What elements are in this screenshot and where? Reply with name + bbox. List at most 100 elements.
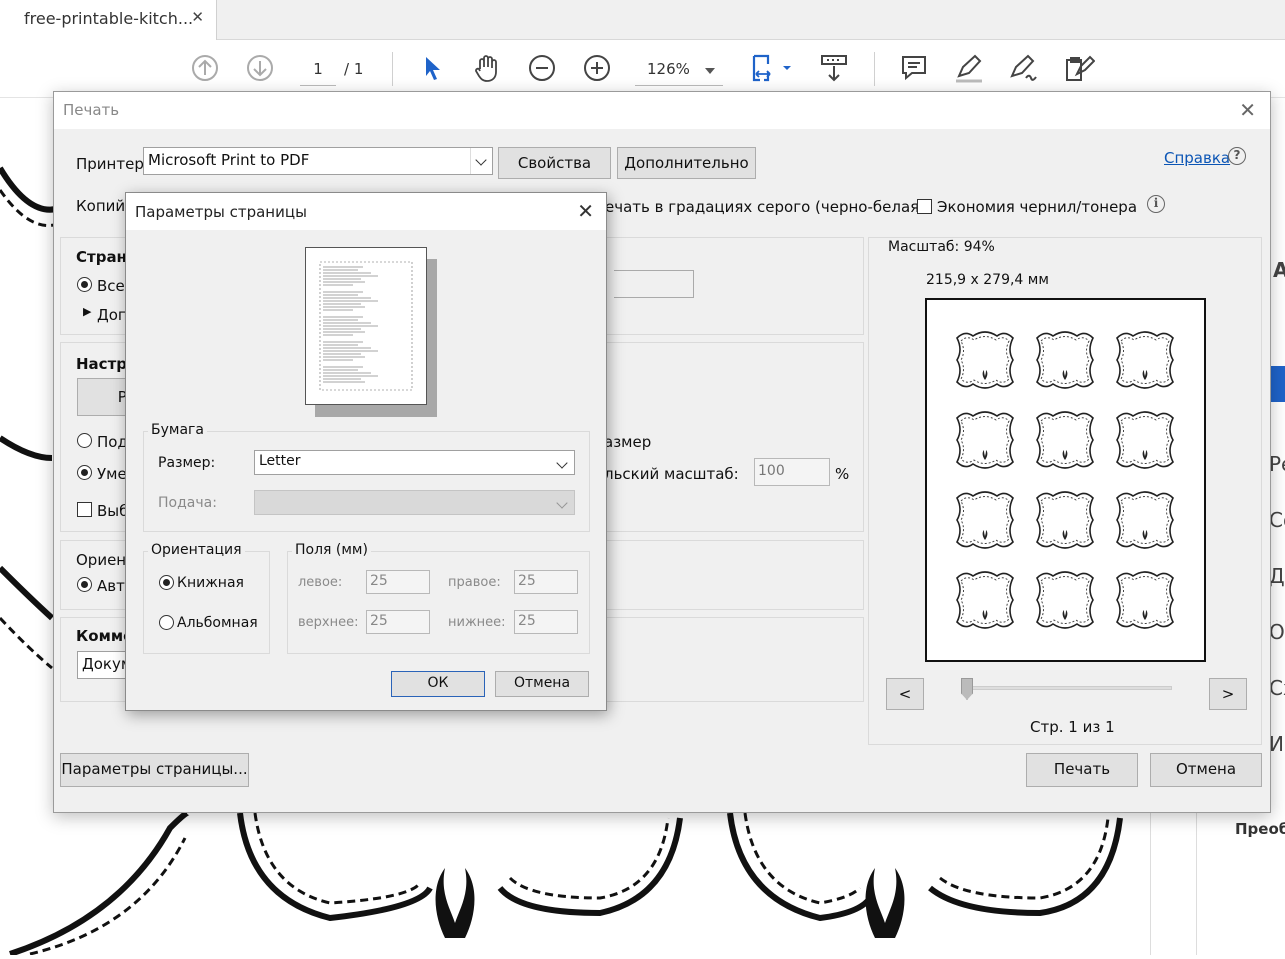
highlight-pen-icon[interactable] [953,52,985,84]
right-margin-input[interactable]: 25 [514,570,578,594]
print-dialog-titlebar: Печать ✕ [54,92,1270,129]
right-panel-item[interactable]: Ос [1269,620,1285,644]
pages-all-radio[interactable] [77,277,92,292]
printer-label: Принтер: [76,155,149,173]
next-page-icon[interactable] [244,52,276,84]
main-toolbar: 1 / 1 126% [0,40,1285,98]
right-panel-bottom-label: Преоб [1235,820,1285,838]
preview-labels [956,331,1174,629]
printer-value: Microsoft Print to PDF [148,151,310,169]
right-panel-blue-button[interactable] [1271,366,1285,402]
paper-group-label: Бумага [148,422,207,438]
hand-tool-icon[interactable] [471,52,503,84]
prev-page-button[interactable]: < [886,678,924,710]
comment-icon[interactable] [898,52,930,84]
tab-bar: free-printable-kitch... ✕ [0,0,1285,40]
shrink-radio[interactable] [77,465,92,480]
advanced-button[interactable]: Дополнительно [617,147,756,179]
save-ink-label: Экономия чернил/тонера [937,198,1138,216]
page-slider-track[interactable] [966,686,1172,690]
scale-unit: % [835,465,850,483]
custom-scale-input[interactable]: 100 [754,458,830,486]
portrait-label: Книжная [177,575,244,591]
document-tab[interactable]: free-printable-kitch... ✕ [0,0,217,40]
choose-source-checkbox[interactable] [77,502,92,517]
actual-size-label: азмер [604,433,652,451]
right-margin-label: правое: [448,575,501,590]
page-setup-titlebar: Параметры страницы ✕ [126,193,606,230]
top-margin-label: верхнее: [298,615,359,630]
page-total: / 1 [344,60,364,78]
chevron-down-icon [552,451,574,474]
page-number-input[interactable]: 1 [300,56,336,86]
ok-button[interactable]: ОК [391,671,485,697]
paper-dimensions: 215,9 x 279,4 мм [926,272,1049,288]
cancel-button[interactable]: Отмена [1150,753,1262,787]
select-cursor-icon[interactable] [416,52,448,84]
paper-size-label: Размер: [158,455,216,471]
top-margin-input[interactable]: 25 [366,610,430,634]
left-margin-label: левое: [298,575,343,590]
chevron-down-icon [470,148,492,174]
help-icon[interactable]: ? [1228,147,1246,165]
paper-size-select[interactable]: Letter [254,450,575,475]
paper-source-select[interactable] [254,490,575,515]
paper-source-label: Подача: [158,495,217,511]
paper-group [143,431,590,532]
custom-scale-label: льский масштаб: [604,465,739,483]
orientation-auto-radio[interactable] [77,577,92,592]
zoom-in-icon[interactable] [581,52,613,84]
bottom-margin-label: нижнее: [448,615,506,630]
close-icon[interactable]: ✕ [577,199,594,223]
info-icon[interactable]: i [1147,195,1165,213]
right-panel-item[interactable]: Ис [1269,732,1285,756]
print-dialog-title: Печать [63,101,120,119]
properties-button[interactable]: Свойства [498,147,611,179]
landscape-label: Альбомная [177,615,258,631]
scale-info: Масштаб: 94% [888,239,995,255]
right-panel-item[interactable]: Со [1269,508,1285,532]
pages-range-input[interactable] [614,270,694,298]
margins-group [287,551,590,654]
print-button[interactable]: Печать [1026,753,1138,787]
tab-close-icon[interactable]: ✕ [191,8,204,26]
paper-size-value: Letter [259,453,301,469]
bottom-margin-input[interactable]: 25 [514,610,578,634]
page-setup-button[interactable]: Параметры страницы... [60,753,249,787]
orientation-group [143,551,270,654]
right-panel-item[interactable]: А [1273,258,1285,282]
page-setup-cancel-button[interactable]: Отмена [495,671,589,697]
right-panel-item[interactable]: Де [1269,564,1285,588]
left-margin-input[interactable]: 25 [366,570,430,594]
copies-label: Копий: [76,197,131,215]
help-link[interactable]: Справка [1164,149,1230,167]
fit-radio[interactable] [77,433,92,448]
expand-triangle-icon[interactable]: ▶ [83,305,91,318]
right-panel-item[interactable]: Ре [1269,452,1285,476]
draw-signature-icon[interactable] [1008,52,1040,84]
save-ink-checkbox[interactable] [917,199,932,214]
pages-all-label: Все [97,277,125,295]
right-panel-item[interactable]: Сх [1269,676,1285,700]
printer-select[interactable]: Microsoft Print to PDF [143,147,493,175]
scroll-mode-icon[interactable] [818,52,850,84]
fit-page-icon[interactable] [748,52,794,84]
portrait-radio[interactable] [159,575,174,590]
previous-page-icon[interactable] [189,52,221,84]
tab-title: free-printable-kitch... [24,9,194,28]
orientation-group-label: Ориентация [148,542,245,558]
edit-form-icon[interactable] [1063,52,1095,84]
page-info: Стр. 1 из 1 [1030,718,1115,736]
choose-source-label: Выб [97,502,129,520]
page-thumbnail [305,247,427,405]
zoom-value: 126% [647,60,690,78]
landscape-radio[interactable] [159,615,174,630]
margins-group-label: Поля (мм) [292,542,371,558]
grayscale-label: ечать в градациях серого (черно-белая) [605,198,926,216]
zoom-select[interactable]: 126% [635,56,723,86]
zoom-out-icon[interactable] [526,52,558,84]
close-icon[interactable]: ✕ [1239,98,1256,122]
thumbnail-text-lines [319,261,413,391]
print-preview [925,298,1206,662]
next-page-button[interactable]: > [1209,678,1247,710]
